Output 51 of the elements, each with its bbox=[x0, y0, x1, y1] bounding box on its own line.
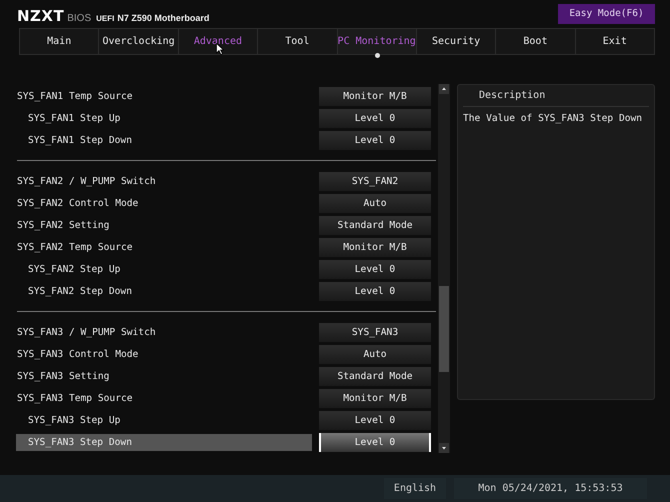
setting-label[interactable]: SYS_FAN2 Step Up bbox=[16, 260, 312, 278]
setting-label[interactable]: SYS_FAN1 Step Up bbox=[16, 110, 312, 127]
setting-value[interactable]: Standard Mode bbox=[319, 366, 431, 386]
setting-label[interactable]: SYS_FAN2 Temp Source bbox=[16, 238, 312, 256]
scroll-thumb[interactable] bbox=[439, 286, 449, 372]
tab[interactable]: Main bbox=[20, 28, 100, 54]
setting-label[interactable]: SYS_FAN3 Step Down bbox=[16, 434, 312, 451]
language-selector[interactable]: English bbox=[384, 478, 446, 500]
setting-label[interactable]: SYS_FAN2 Setting bbox=[16, 216, 312, 234]
scroll-down-icon[interactable] bbox=[439, 443, 449, 454]
setting-value[interactable]: Monitor M/B bbox=[319, 86, 431, 106]
setting-value[interactable]: Auto bbox=[319, 344, 431, 364]
setting-label[interactable]: SYS_FAN3 Control Mode bbox=[16, 346, 312, 363]
setting-value[interactable]: Standard Mode bbox=[319, 216, 431, 235]
setting-value[interactable]: Level 0 bbox=[319, 130, 431, 150]
setting-value[interactable]: Level 0 bbox=[319, 260, 431, 279]
model-name: N7 Z590 Motherboard bbox=[117, 12, 210, 23]
setting-value[interactable]: Monitor M/B bbox=[319, 388, 431, 408]
setting-value[interactable]: Monitor M/B bbox=[319, 238, 431, 257]
description-title: Description bbox=[463, 85, 649, 108]
setting-label[interactable]: SYS_FAN2 Step Down bbox=[16, 282, 312, 300]
setting-label[interactable]: SYS_FAN1 Step Down bbox=[16, 132, 312, 149]
setting-label[interactable]: SYS_FAN1 Temp Source bbox=[16, 88, 312, 105]
scrollbar[interactable] bbox=[438, 84, 450, 454]
tab[interactable]: Security bbox=[416, 28, 496, 54]
setting-label[interactable]: SYS_FAN3 / W_PUMP Switch bbox=[16, 324, 312, 341]
setting-label[interactable]: SYS_FAN3 Setting bbox=[16, 368, 312, 385]
uefi-label: UEFI bbox=[96, 14, 114, 23]
description-text: The Value of SYS_FAN3 Step Down bbox=[462, 112, 644, 126]
setting-value[interactable]: SYS_FAN3 bbox=[319, 322, 431, 342]
setting-value[interactable]: SYS_FAN2 bbox=[319, 172, 431, 191]
tab[interactable]: Overclocking bbox=[99, 28, 179, 54]
setting-value[interactable]: Level 0 bbox=[319, 432, 431, 452]
tab[interactable]: Boot bbox=[496, 28, 576, 54]
setting-value[interactable]: Level 0 bbox=[319, 282, 431, 301]
tab[interactable]: Exit bbox=[576, 28, 654, 54]
setting-label[interactable]: SYS_FAN2 / W_PUMP Switch bbox=[16, 172, 312, 190]
setting-value[interactable]: Level 0 bbox=[319, 410, 431, 430]
easy-mode-button[interactable]: Easy Mode(F6) bbox=[558, 4, 655, 24]
bios-label: BIOS bbox=[67, 12, 92, 24]
tab[interactable]: Tool bbox=[258, 28, 338, 54]
setting-label[interactable]: SYS_FAN3 Step Up bbox=[16, 412, 312, 429]
tab[interactable]: Advanced bbox=[178, 28, 258, 54]
setting-label[interactable]: SYS_FAN2 Control Mode bbox=[16, 194, 312, 212]
scroll-up-icon[interactable] bbox=[439, 84, 449, 94]
active-dot-icon bbox=[374, 53, 380, 58]
date-time: Mon 05/24/2021, 15:53:53 bbox=[454, 478, 647, 500]
setting-value[interactable]: Auto bbox=[319, 194, 431, 213]
setting-label[interactable]: SYS_FAN3 Temp Source bbox=[16, 390, 312, 407]
setting-value[interactable]: Level 0 bbox=[319, 108, 431, 128]
brand-logo: NZXT bbox=[17, 6, 64, 25]
